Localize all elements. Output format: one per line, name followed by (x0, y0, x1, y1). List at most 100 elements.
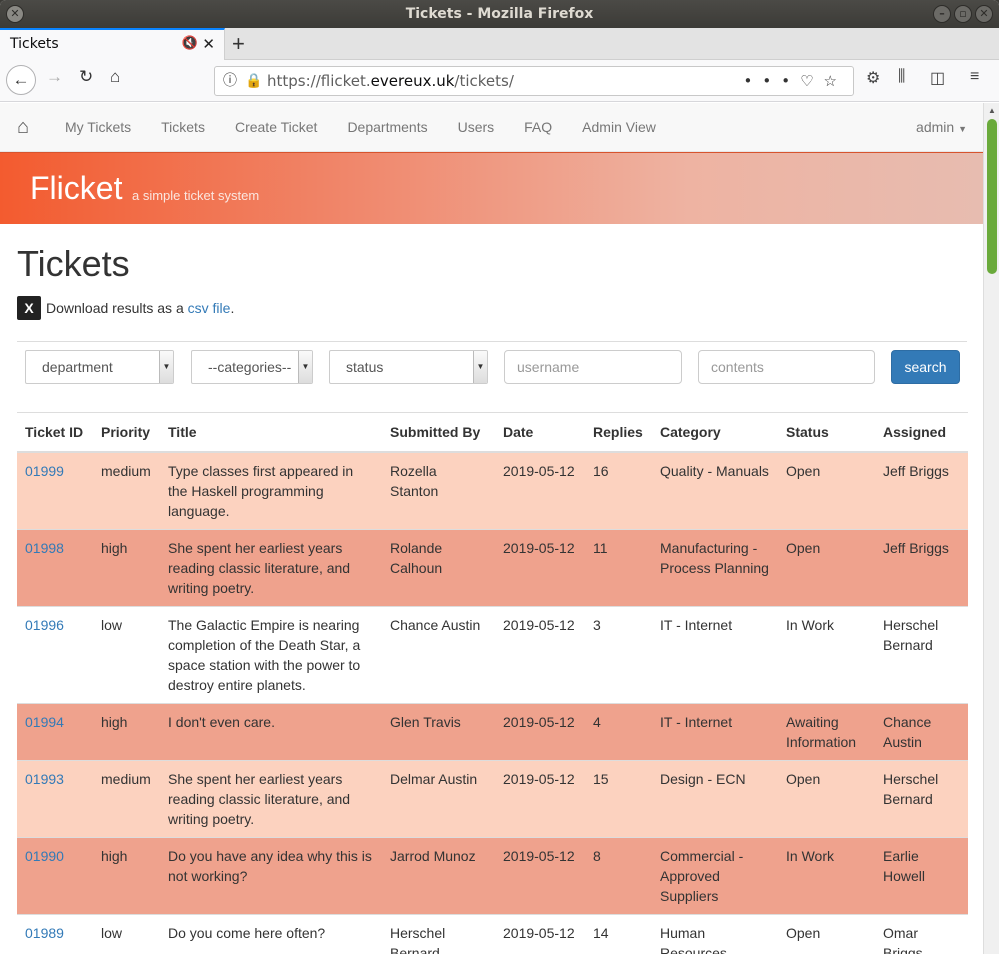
library-icon[interactable]: ⫼ (898, 68, 905, 86)
submitted-by-cell: Jarrod Munoz (382, 837, 495, 915)
col-submitted-by[interactable]: Submitted By (382, 412, 495, 453)
window-title: Tickets - Mozilla Firefox (405, 6, 594, 22)
csv-download: X Download results as a csv file. (17, 296, 967, 320)
dropdown-arrow-icon: ▼ (473, 351, 487, 383)
table-row[interactable]: 01990 high Do you have any idea why this… (17, 837, 968, 915)
col-status[interactable]: Status (778, 412, 875, 453)
department-select[interactable]: department ▼ (25, 350, 174, 384)
home-icon[interactable]: ⌂ (110, 67, 120, 87)
date-cell: 2019-05-12 (495, 606, 585, 704)
tab-tickets[interactable]: Tickets 🔇 ✕ (0, 28, 225, 60)
table-row[interactable]: 01996 low The Galactic Empire is nearing… (17, 606, 968, 704)
bookmark-star-icon[interactable]: ☆ (824, 72, 847, 90)
submitted-by-cell: Glen Travis (382, 703, 495, 761)
ticket-id-link[interactable]: 01998 (25, 540, 64, 556)
new-tab-icon[interactable]: + (232, 31, 254, 57)
replies-cell: 15 (585, 760, 652, 838)
pocket-icon[interactable]: ♡ (800, 72, 823, 90)
url-prefix: https://flicket. (267, 72, 371, 90)
sidebar-icon[interactable]: ◫ (930, 68, 945, 88)
priority-cell: medium (93, 760, 160, 838)
close-button[interactable]: ✕ (975, 5, 993, 23)
scrollbar-thumb[interactable] (987, 119, 997, 274)
tab-label: Tickets (10, 36, 59, 52)
title-bar: ✕ Tickets - Mozilla Firefox – ▫ ✕ (0, 0, 999, 28)
page-actions-icon[interactable]: ••• (744, 72, 801, 90)
nav-departments[interactable]: Departments (332, 103, 442, 152)
mute-icon[interactable]: 🔇 (182, 36, 198, 51)
table-row[interactable]: 01989 low Do you come here often? Hersch… (17, 914, 968, 954)
user-menu[interactable]: admin ▼ (916, 103, 967, 154)
username-input[interactable]: username (504, 350, 682, 384)
csv-link[interactable]: csv file (188, 300, 231, 316)
table-row[interactable]: 01993 medium She spent her earliest year… (17, 760, 968, 838)
menu-icon[interactable]: ≡ (970, 68, 979, 86)
navigation-toolbar: ← → ↻ ⌂ ⓘ 🔒 https://flicket.evereux.uk/t… (0, 60, 999, 102)
table-row[interactable]: 01994 high I don't even care. Glen Travi… (17, 703, 968, 761)
tickets-table: Ticket ID Priority Title Submitted By Da… (17, 412, 968, 954)
nav-create-ticket[interactable]: Create Ticket (220, 103, 332, 152)
priority-cell: high (93, 529, 160, 607)
status-select[interactable]: status ▼ (329, 350, 488, 384)
title-cell: Do you come here often? (160, 914, 382, 954)
tab-bar: Tickets 🔇 ✕ + (0, 28, 999, 60)
status-cell: Awaiting Information (778, 703, 875, 761)
col-replies[interactable]: Replies (585, 412, 652, 453)
ticket-id-link[interactable]: 01993 (25, 771, 64, 787)
title-cell: The Galactic Empire is nearing completio… (160, 606, 382, 704)
nav-my-tickets[interactable]: My Tickets (50, 103, 146, 152)
back-icon[interactable]: ← (6, 65, 36, 95)
col-title[interactable]: Title (160, 412, 382, 453)
title-cell: She spent her earliest years reading cla… (160, 529, 382, 607)
ticket-id-link[interactable]: 01999 (25, 463, 64, 479)
ticket-id-link[interactable]: 01996 (25, 617, 64, 633)
download-suffix: . (230, 300, 235, 316)
ticket-id-link[interactable]: 01994 (25, 714, 64, 730)
date-cell: 2019-05-12 (495, 529, 585, 607)
url-bar[interactable]: ⓘ 🔒 https://flicket.evereux.uk/tickets/ … (214, 66, 854, 96)
page-scrollbar[interactable]: ▲ (983, 103, 999, 954)
replies-cell: 4 (585, 703, 652, 761)
col-assigned[interactable]: Assigned (875, 412, 968, 453)
nav-admin-view[interactable]: Admin View (567, 103, 671, 152)
nav-users[interactable]: Users (443, 103, 510, 152)
nav-faq[interactable]: FAQ (509, 103, 567, 152)
col-date[interactable]: Date (495, 412, 585, 453)
table-row[interactable]: 01999 medium Type classes first appeared… (17, 451, 968, 530)
info-icon[interactable]: ⓘ (223, 67, 237, 95)
reload-icon[interactable]: ↻ (79, 67, 93, 87)
categories-select[interactable]: --categories-- ▼ (191, 350, 313, 384)
contents-input[interactable]: contents (698, 350, 875, 384)
status-cell: Open (778, 914, 875, 954)
forward-icon[interactable]: → (46, 67, 63, 87)
window-close-left-icon[interactable]: ✕ (6, 5, 24, 23)
nav-tickets[interactable]: Tickets (146, 103, 220, 152)
tab-close-icon[interactable]: ✕ (202, 35, 215, 53)
col-ticket-id[interactable]: Ticket ID (17, 412, 93, 453)
search-button[interactable]: search (891, 350, 960, 384)
priority-cell: low (93, 606, 160, 704)
status-cell: Open (778, 760, 875, 838)
extension-icon[interactable]: ⚙ (866, 68, 880, 88)
lock-icon[interactable]: 🔒 (245, 67, 262, 95)
ticket-id-link[interactable]: 01990 (25, 848, 64, 864)
status-cell: In Work (778, 606, 875, 704)
page-title: Tickets (17, 243, 130, 284)
excel-icon: X (17, 296, 41, 320)
col-priority[interactable]: Priority (93, 412, 160, 453)
table-header-row: Ticket ID Priority Title Submitted By Da… (17, 412, 968, 453)
table-row[interactable]: 01998 high She spent her earliest years … (17, 529, 968, 607)
ticket-id-link[interactable]: 01989 (25, 925, 64, 941)
scroll-up-icon[interactable]: ▲ (988, 106, 996, 115)
priority-cell: low (93, 914, 160, 954)
site-navbar: ⌂ My Tickets Tickets Create Ticket Depar… (0, 103, 983, 152)
maximize-button[interactable]: ▫ (954, 5, 972, 23)
col-category[interactable]: Category (652, 412, 778, 453)
priority-cell: high (93, 837, 160, 915)
home-icon[interactable]: ⌂ (17, 116, 29, 139)
user-name: admin (916, 119, 955, 135)
assigned-cell: Omar Briggs (875, 914, 968, 954)
title-cell: Type classes first appeared in the Haske… (160, 451, 382, 530)
main-content: Tickets X Download results as a csv file… (0, 244, 983, 954)
minimize-button[interactable]: – (933, 5, 951, 23)
